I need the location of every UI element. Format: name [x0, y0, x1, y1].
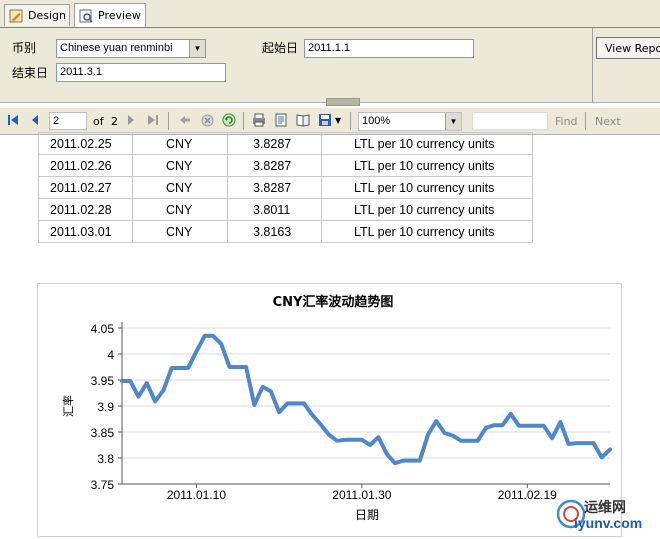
exchange-rate-chart: CNY汇率波动趋势图 汇率 日期 3.75 3.8 3.85 3.9 3.95 4 4.05… [61, 294, 612, 522]
watermark-brand: 运维网 [584, 500, 626, 516]
chart-x-tick-label: 2011.01.10 [167, 488, 226, 502]
chart-y-tick-label: 3.9 [97, 400, 114, 414]
chart-y-tick-label: 4.05 [91, 322, 115, 336]
chart-y-tick-label: 3.8 [97, 452, 114, 466]
chart-y-tick-label: 3.95 [91, 374, 115, 388]
chart-y-axis-label: 汇率 [61, 395, 75, 417]
chart-y-tick-label: 3.85 [91, 426, 115, 440]
watermark-url: iyunv.com [574, 515, 643, 531]
chart-x-tick-label: 2011.02.19 [498, 488, 557, 502]
chart-y-tick-label: 3.75 [91, 478, 115, 492]
chart-title: CNY汇率波动趋势图 [273, 294, 394, 310]
chart-x-axis-label: 日期 [355, 508, 379, 522]
chart-x-tick-label: 2011.01.30 [332, 488, 391, 502]
chart-series-line [120, 333, 612, 466]
chart-y-tick-label: 4 [107, 348, 114, 362]
